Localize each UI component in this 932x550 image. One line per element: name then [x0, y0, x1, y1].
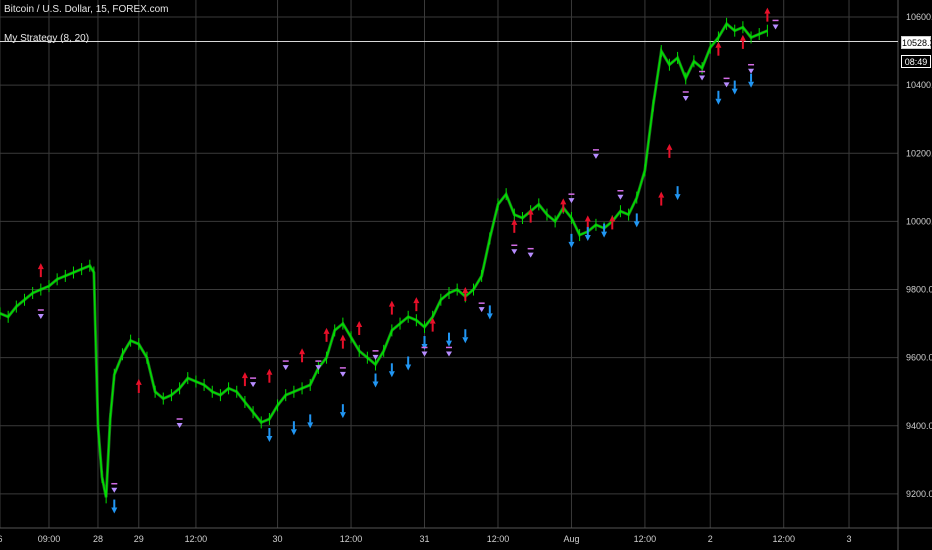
- close-marker: [617, 194, 624, 200]
- buy-arrow: [266, 436, 273, 443]
- sell-arrow: [241, 372, 248, 379]
- x-tick-label: 28: [93, 534, 103, 544]
- y-tick-label: 9600.0: [906, 353, 932, 363]
- strategy-legend[interactable]: My Strategy (8, 20): [4, 33, 89, 45]
- close-marker: [682, 95, 689, 101]
- close-marker: [527, 252, 534, 258]
- buy-arrow: [601, 231, 608, 238]
- sell-arrow: [266, 368, 273, 375]
- x-tick-label: 6: [0, 534, 3, 544]
- buy-arrow: [486, 313, 493, 320]
- buy-arrow: [290, 429, 297, 436]
- sell-arrow: [658, 191, 665, 198]
- x-tick-label: 31: [420, 534, 430, 544]
- buy-arrow: [111, 507, 118, 514]
- x-tick-label: 30: [273, 534, 283, 544]
- x-tick-label: 09:00: [38, 534, 61, 544]
- x-tick-label: 2: [708, 534, 713, 544]
- sell-arrow: [764, 7, 771, 14]
- buy-arrow: [633, 221, 640, 228]
- sell-arrow: [584, 215, 591, 222]
- x-tick-label: 12:00: [634, 534, 657, 544]
- close-marker: [282, 365, 289, 371]
- close-marker: [250, 382, 257, 388]
- buy-arrow: [446, 340, 452, 347]
- close-marker: [111, 487, 118, 493]
- sell-arrow: [37, 263, 44, 270]
- close-marker: [37, 313, 44, 319]
- sell-arrow: [560, 198, 567, 205]
- bar-countdown-tag: 08:49: [901, 55, 931, 68]
- close-marker: [748, 68, 755, 74]
- sell-arrow: [739, 34, 746, 41]
- sell-arrow: [135, 378, 142, 385]
- close-marker: [568, 198, 575, 204]
- y-tick-label: 9200.0: [906, 489, 932, 499]
- last-price-tag: 10528.3: [901, 36, 932, 49]
- x-tick-label: 12:00: [340, 534, 363, 544]
- x-tick-label: 29: [134, 534, 144, 544]
- y-tick-label: 9400.0: [906, 421, 932, 431]
- buy-arrow: [568, 241, 575, 248]
- buy-arrow: [405, 364, 412, 371]
- buy-arrow: [731, 88, 738, 95]
- buy-arrow: [388, 371, 395, 378]
- sell-arrow: [299, 348, 306, 355]
- sell-arrow: [413, 297, 420, 304]
- y-tick-label: 10000.0: [906, 216, 932, 226]
- x-tick-label: 3: [847, 534, 852, 544]
- buy-arrow: [372, 381, 379, 388]
- y-tick-label: 10400.0: [906, 80, 932, 90]
- buy-arrow: [584, 235, 591, 242]
- close-marker: [699, 75, 706, 81]
- buy-arrow: [674, 194, 681, 201]
- close-marker: [511, 249, 518, 255]
- sell-arrow: [323, 327, 330, 334]
- y-tick-label: 10200.0: [906, 148, 932, 158]
- close-marker: [339, 371, 346, 377]
- x-tick-label: 12:00: [185, 534, 208, 544]
- symbol-title[interactable]: Bitcoin / U.S. Dollar, 15, FOREX.com: [4, 4, 169, 16]
- close-marker: [446, 351, 452, 357]
- chart-svg: 10600.0 10400.0 10200.0 10000.0 9800.0 9600.0…: [0, 0, 932, 550]
- sell-arrow: [356, 321, 363, 328]
- close-marker: [478, 307, 485, 313]
- x-tick-label: 12:00: [487, 534, 510, 544]
- sell-arrow: [339, 334, 346, 341]
- buy-arrow: [339, 412, 346, 419]
- buy-arrow: [462, 337, 469, 344]
- close-marker: [421, 351, 428, 357]
- y-tick-label: 10600.0: [906, 12, 932, 22]
- sell-arrow: [666, 143, 673, 150]
- sell-arrow: [388, 300, 395, 307]
- close-marker: [772, 24, 779, 30]
- sell-arrow: [715, 41, 722, 48]
- y-tick-label: 9800.0: [906, 285, 932, 295]
- x-tick-label: 12:00: [772, 534, 795, 544]
- buy-arrow: [715, 98, 722, 105]
- x-tick-label: Aug: [563, 534, 579, 544]
- chart-area[interactable]: 10600.0 10400.0 10200.0 10000.0 9800.0 9600.0…: [0, 0, 932, 550]
- close-marker: [592, 153, 599, 159]
